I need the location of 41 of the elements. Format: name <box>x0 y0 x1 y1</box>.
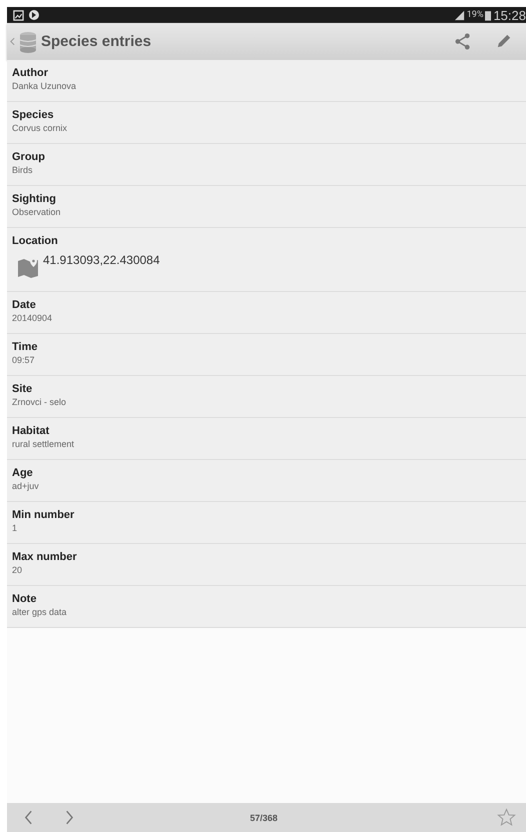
record-counter: 57/368 <box>250 812 279 822</box>
field-value: Observation <box>12 207 62 217</box>
field-value: 1 <box>12 523 18 533</box>
signal-icon <box>454 10 465 20</box>
battery-icon <box>485 10 492 20</box>
field-label: Site <box>12 383 34 395</box>
field-value: Corvus cornix <box>12 123 68 133</box>
pencil-icon[interactable] <box>495 33 512 50</box>
field-label: Max number <box>12 551 78 563</box>
field-value: 20140904 <box>12 313 54 323</box>
field-value: 20 <box>12 565 24 575</box>
previous-icon[interactable] <box>24 810 33 825</box>
clock: 15:28 <box>493 8 526 22</box>
chevron-left-icon <box>10 37 15 46</box>
field-label: Date <box>12 299 37 311</box>
battery-level: 19% <box>466 10 484 20</box>
database-icon <box>19 30 37 52</box>
field-label: Note <box>12 593 38 605</box>
field-label: Location <box>12 235 59 247</box>
share-icon[interactable] <box>454 33 471 50</box>
field-label: Sighting <box>12 193 57 205</box>
field-value: 09:57 <box>12 355 36 365</box>
field-value: rural settlement <box>12 439 76 449</box>
field-label: Min number <box>12 509 76 521</box>
next-icon[interactable] <box>65 810 74 825</box>
field-value: Zrnovci - selo <box>12 397 68 407</box>
screen-title: Species entries <box>41 33 152 50</box>
picture-icon <box>13 10 24 20</box>
field-value: ad+juv <box>12 481 40 491</box>
field-label: Time <box>12 341 38 353</box>
field-value: Danka Uzunova <box>12 81 78 91</box>
field-label: Group <box>12 151 46 163</box>
field-label: Species <box>12 109 55 121</box>
field-label: Author <box>12 67 50 79</box>
star-icon[interactable] <box>497 808 516 827</box>
coordinates: 41.913093,22.430084 <box>43 253 160 267</box>
field-label: Habitat <box>12 425 50 437</box>
field-label: Age <box>12 467 34 479</box>
map-pin-icon[interactable] <box>17 257 39 279</box>
field-value: alter gps data <box>12 607 68 617</box>
field-value: Birds <box>12 165 34 175</box>
